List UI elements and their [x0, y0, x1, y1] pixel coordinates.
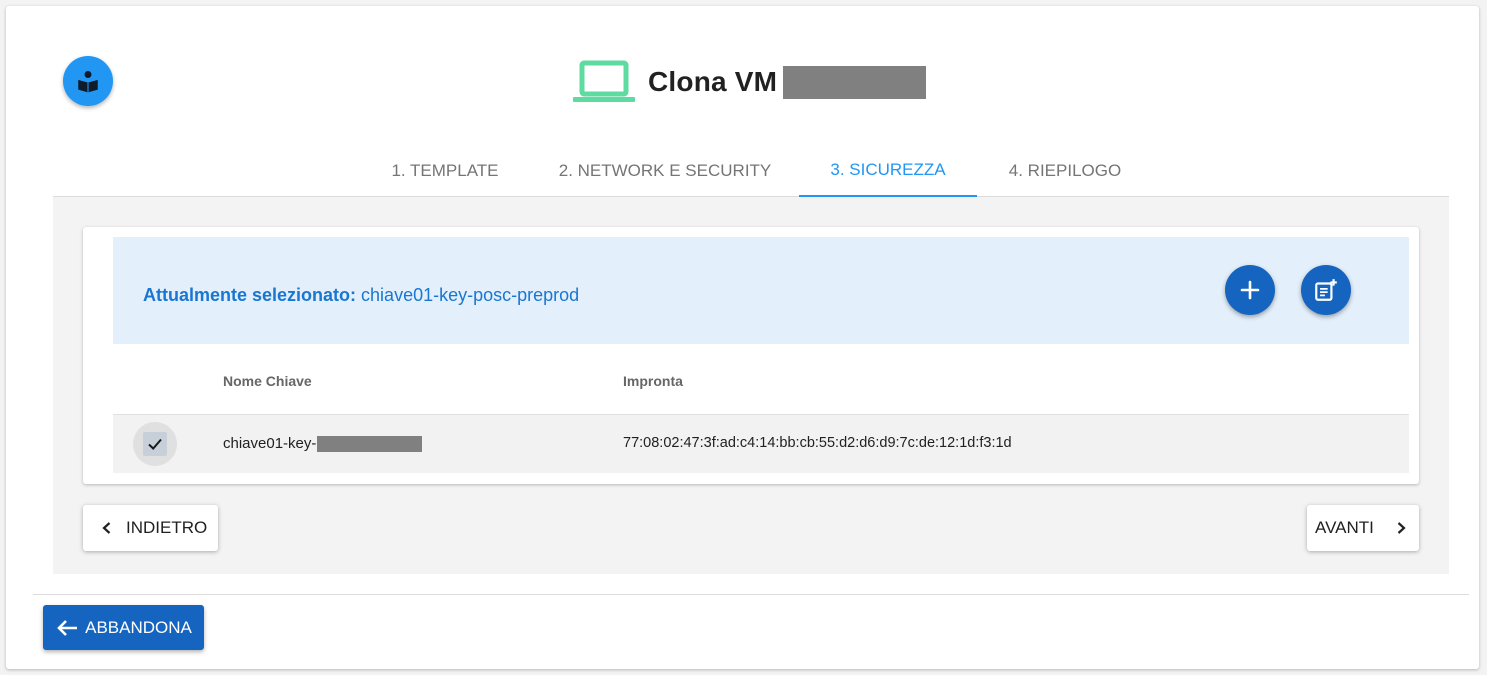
- key-selection-card: Attualmente selezionato: chiave01-key-po…: [83, 227, 1419, 484]
- selected-key-banner: Attualmente selezionato: chiave01-key-po…: [113, 237, 1409, 344]
- fingerprint-cell: 77:08:02:47:3f:ad:c4:14:bb:cb:55:d2:d6:d…: [623, 435, 1012, 451]
- row-checkbox[interactable]: [133, 422, 177, 466]
- step-content: Attualmente selezionato: chiave01-key-po…: [53, 197, 1449, 574]
- help-docs-button[interactable]: [63, 56, 113, 106]
- plus-icon: [1240, 280, 1260, 300]
- back-button-label: INDIETRO: [126, 518, 208, 537]
- selected-key-text: Attualmente selezionato: chiave01-key-po…: [143, 285, 579, 306]
- abandon-button-label: ABBANDONA: [85, 617, 192, 637]
- next-button[interactable]: AVANTI: [1307, 505, 1419, 551]
- chevron-left-icon: [102, 522, 111, 534]
- tab-riepilogo[interactable]: 4. RIEPILOGO: [977, 145, 1153, 197]
- laptop-icon: [573, 60, 635, 102]
- note-add-icon: [1315, 279, 1337, 301]
- chevron-right-icon: [1397, 522, 1406, 534]
- redacted-key-name: [317, 435, 423, 452]
- tab-template[interactable]: 1. TEMPLATE: [358, 145, 532, 197]
- wizard-card: Clona VM 1. TEMPLATE 2. NETWORK E SECURI…: [6, 6, 1479, 669]
- page-header: Clona VM: [572, 60, 927, 104]
- check-icon: [148, 438, 162, 450]
- footer-divider: [33, 594, 1469, 595]
- tab-network-security[interactable]: 2. NETWORK E SECURITY: [532, 145, 798, 197]
- wizard-tabs: 1. TEMPLATE 2. NETWORK E SECURITY 3. SIC…: [53, 145, 1449, 197]
- add-key-button[interactable]: [1225, 265, 1275, 315]
- column-header-impronta: Impronta: [623, 373, 683, 389]
- key-name-cell: chiave01-key-: [223, 435, 423, 452]
- add-note-key-button[interactable]: [1301, 265, 1351, 315]
- tab-sicurezza[interactable]: 3. SICUREZZA: [799, 145, 977, 197]
- arrow-left-icon: [57, 619, 78, 636]
- selected-key-label: Attualmente selezionato:: [143, 285, 357, 305]
- page-title: Clona VM: [648, 66, 778, 97]
- book-reader-icon: [78, 71, 98, 93]
- checkbox-box: [143, 432, 167, 456]
- key-name-text: chiave01-key-: [223, 435, 317, 452]
- selected-key-value: chiave01-key-posc-preprod: [361, 285, 580, 305]
- table-row[interactable]: chiave01-key- 77:08:02:47:3f:ad:c4:14:bb…: [113, 415, 1409, 473]
- back-button[interactable]: INDIETRO: [83, 505, 218, 551]
- next-button-label: AVANTI: [1315, 518, 1374, 537]
- abandon-button[interactable]: ABBANDONA: [43, 605, 204, 650]
- redacted-vm-name: [783, 65, 927, 99]
- column-header-nome-chiave: Nome Chiave: [223, 373, 312, 389]
